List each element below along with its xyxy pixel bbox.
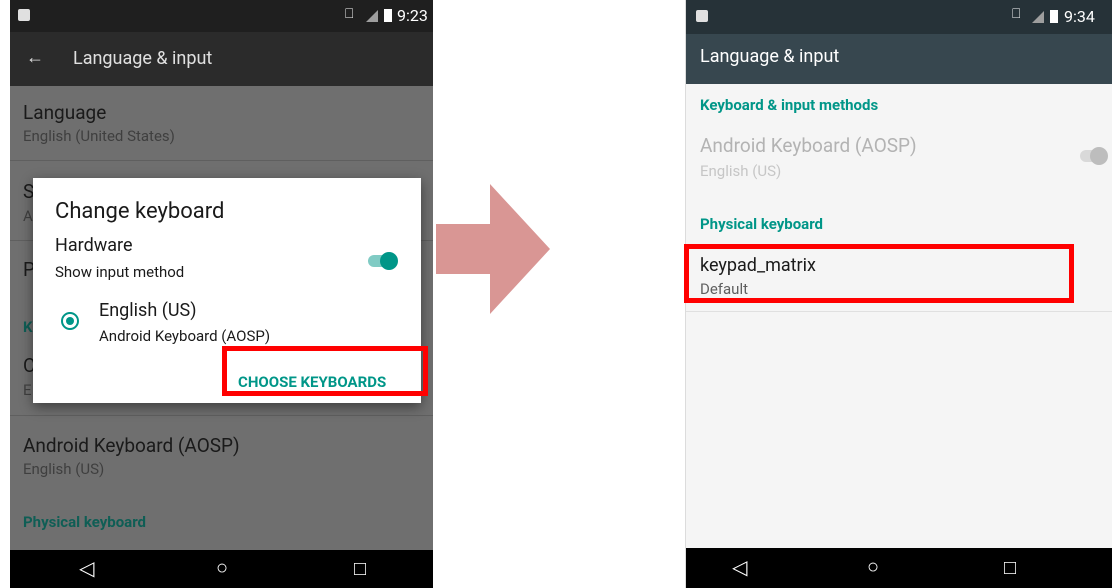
signal-icon: [1032, 11, 1044, 23]
notification-icon: [18, 9, 30, 21]
left-phone-screen: ⎕ 9:23 ← Language & input Language Engli…: [10, 0, 433, 588]
battery-icon: [384, 9, 392, 22]
vibrate-icon: ⎕: [1012, 6, 1021, 22]
list-item-language[interactable]: Language English (United States): [10, 86, 433, 158]
divider: [686, 311, 1112, 312]
option-title: English (US): [99, 300, 197, 321]
back-nav-icon[interactable]: ◁: [79, 556, 94, 580]
radio-selected-icon: [61, 312, 79, 330]
section-header-keyboard-input: Keyboard & input methods: [700, 96, 879, 114]
radio-dot: [66, 317, 74, 325]
navigation-bar: ◁ ○ □: [686, 548, 1112, 588]
option-subtitle: Android Keyboard (AOSP): [99, 327, 271, 345]
vibrate-icon: ⎕: [345, 6, 354, 22]
list-item-subtitle: English (US): [700, 162, 782, 180]
section-header-physical-keyboard: Physical keyboard: [23, 513, 146, 531]
list-item-subtitle: E: [23, 381, 32, 399]
navigation-bar: ◁ ○ □: [10, 550, 433, 588]
keyboard-toggle[interactable]: [1078, 146, 1110, 166]
page-title: Language & input: [73, 48, 213, 69]
toggle-thumb: [1090, 147, 1108, 165]
highlight-choose-keyboards: [222, 346, 428, 396]
list-item-title: Android Keyboard (AOSP): [700, 134, 917, 157]
clock: 9:34: [1064, 7, 1095, 26]
app-bar: Language & input: [686, 34, 1112, 84]
list-item-android-keyboard[interactable]: Android Keyboard (AOSP) English (US): [10, 418, 433, 488]
status-bar: ⎕ 9:23: [10, 0, 433, 32]
list-item-subtitle: A: [23, 207, 33, 225]
divider: [10, 415, 433, 416]
home-nav-icon[interactable]: ○: [216, 555, 228, 580]
list-item-subtitle: English (United States): [23, 127, 175, 145]
recents-nav-icon[interactable]: □: [354, 556, 366, 581]
page-title: Language & input: [700, 46, 840, 67]
dialog-title: Change keyboard: [55, 199, 225, 224]
status-bar: ⎕ 9:34: [686, 0, 1112, 34]
divider: [10, 160, 433, 161]
section-header-physical-keyboard: Physical keyboard: [700, 215, 823, 233]
notification-icon: [696, 10, 708, 22]
transition-arrow-icon: [436, 184, 550, 314]
back-arrow-icon[interactable]: ←: [26, 47, 44, 68]
list-item-title: Android Keyboard (AOSP): [23, 434, 240, 457]
list-item-subtitle: English (US): [23, 460, 105, 478]
list-item-android-keyboard[interactable]: Android Keyboard (AOSP) English (US): [686, 124, 1112, 190]
home-nav-icon[interactable]: ○: [867, 554, 879, 579]
toggle-thumb: [380, 252, 398, 270]
app-bar: ← Language & input: [10, 32, 433, 86]
hardware-label: Hardware: [55, 235, 133, 256]
show-input-method-label: Show input method: [55, 263, 185, 281]
recents-nav-icon[interactable]: □: [1004, 555, 1016, 580]
keyboard-option-english-us[interactable]: English (US) Android Keyboard (AOSP): [33, 296, 421, 348]
signal-icon: [366, 10, 378, 22]
list-item-title: Language: [23, 101, 107, 124]
highlight-keypad-matrix: [684, 244, 1074, 303]
clock: 9:23: [397, 6, 428, 25]
show-input-method-toggle[interactable]: [368, 251, 400, 271]
arrow-shape: [436, 184, 550, 314]
section-header: K: [23, 318, 33, 336]
battery-icon: [1050, 10, 1058, 23]
back-nav-icon[interactable]: ◁: [732, 555, 747, 579]
